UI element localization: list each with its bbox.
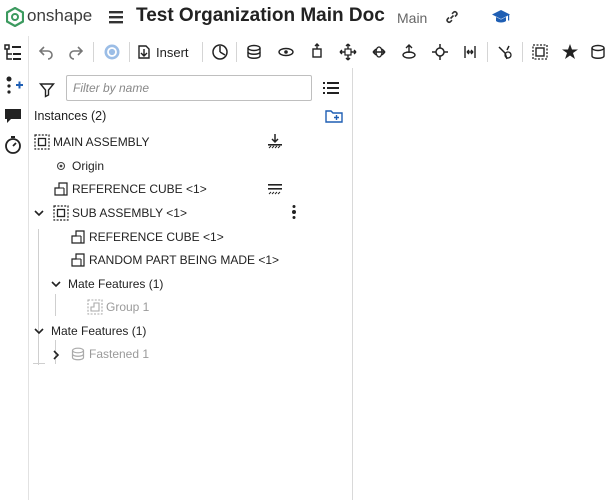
chevron-down-icon[interactable] (34, 326, 44, 336)
tree-item-random-part[interactable]: RANDOM PART BEING MADE <1> (70, 250, 279, 270)
insert-icon (138, 45, 150, 59)
top-bar: onshape Test Organization Main Doc Main (0, 0, 607, 36)
learning-center-icon[interactable] (491, 9, 511, 25)
tree-item-mate-features[interactable]: Mate Features (1) (51, 321, 146, 341)
refresh-icon (104, 44, 120, 60)
mate-connector-icon (212, 44, 228, 60)
tree-item-label: SUB ASSEMBLY <1> (72, 206, 187, 220)
cylindrical-mate-button[interactable] (368, 41, 390, 63)
fastened-mate-icon (247, 44, 261, 59)
workspace-name[interactable]: Main (397, 10, 427, 26)
fastened-mate-icon (71, 347, 85, 361)
tangent-mate-button[interactable] (494, 41, 516, 63)
undo-button[interactable] (35, 41, 57, 63)
planar-mate-button[interactable] (337, 41, 359, 63)
filter-icon[interactable] (39, 82, 55, 98)
parallel-mate-icon (464, 46, 476, 58)
left-rail (0, 36, 29, 500)
group-icon (87, 299, 103, 315)
redo-icon (69, 46, 84, 60)
tree-item-label: REFERENCE CUBE <1> (72, 182, 207, 196)
insert-instance-icon[interactable] (2, 74, 24, 96)
toolbar-divider (236, 42, 237, 62)
grounded-icon (268, 184, 282, 195)
chevron-down-icon[interactable] (51, 279, 61, 289)
instances-panel: Instances (2) MAIN ASSEMBLY Origin REFER… (29, 68, 353, 500)
link-icon[interactable] (444, 9, 460, 25)
toolbar-divider (129, 42, 130, 62)
chevron-right-icon[interactable] (51, 350, 61, 360)
toolbar-divider (202, 42, 203, 62)
slider-mate-icon (312, 43, 322, 58)
tree-item-label: RANDOM PART BEING MADE <1> (89, 253, 280, 267)
slider-mate-button[interactable] (306, 41, 328, 63)
toolbar-divider (487, 42, 488, 62)
group-button[interactable] (529, 41, 551, 63)
chevron-down-icon[interactable] (34, 208, 44, 218)
new-folder-icon[interactable] (325, 108, 343, 124)
redo-button[interactable] (65, 41, 87, 63)
ball-mate-button[interactable] (429, 41, 451, 63)
tree-item-group[interactable]: Group 1 (87, 297, 149, 317)
tree-connector (38, 338, 39, 365)
revolute-mate-button[interactable] (275, 41, 297, 63)
assembly-toolbar: Insert (29, 36, 607, 68)
more-options-icon[interactable] (286, 204, 302, 220)
part-instance-icon (71, 230, 85, 244)
ball-mate-icon (432, 44, 448, 60)
timer-icon[interactable] (2, 134, 24, 156)
group-icon (532, 44, 548, 60)
feature-list-icon[interactable] (2, 42, 24, 64)
tree-item-label: MAIN ASSEMBLY (53, 135, 150, 149)
mate-connector-button[interactable] (209, 41, 231, 63)
assembly-icon (53, 205, 69, 221)
comments-icon[interactable] (2, 104, 24, 126)
hamburger-menu-icon[interactable] (108, 9, 124, 25)
tree-connector (55, 294, 56, 316)
filter-input[interactable] (66, 75, 312, 101)
insert-button[interactable]: Insert (136, 40, 189, 64)
tree-item-label: Mate Features (1) (51, 324, 147, 338)
tangent-mate-icon (498, 45, 512, 60)
revolute-mate-icon (278, 47, 294, 57)
insert-label: Insert (156, 44, 189, 60)
toolbar-divider (93, 42, 94, 62)
tree-connector (33, 363, 45, 364)
toolbar-divider (522, 42, 523, 62)
pin-slot-mate-icon (402, 44, 416, 59)
document-title[interactable]: Test Organization Main Doc (136, 5, 385, 27)
replicate-button[interactable] (559, 41, 581, 63)
pattern-button[interactable] (587, 41, 607, 63)
planar-mate-icon (339, 43, 357, 61)
onshape-logo-icon[interactable] (6, 7, 24, 27)
tree-item-fastened[interactable]: Fastened 1 (70, 344, 149, 364)
tree-item-label: Fastened 1 (89, 347, 150, 361)
tree-item-label: REFERENCE CUBE <1> (89, 230, 224, 244)
instances-heading: Instances (2) (34, 109, 107, 123)
replicate-icon (562, 44, 578, 59)
tree-item-label: Origin (72, 159, 105, 173)
undo-icon (38, 46, 53, 60)
tree-item-reference-cube[interactable]: REFERENCE CUBE <1> (53, 179, 207, 199)
cylindrical-mate-icon (372, 46, 386, 58)
tree-item-sub-assembly[interactable]: SUB ASSEMBLY <1> (53, 203, 187, 223)
tree-item-sub-mate-features[interactable]: Mate Features (1) (68, 274, 163, 294)
fixed-instance-icon (268, 134, 282, 149)
pattern-icon (591, 44, 605, 59)
tree-item-main-assembly[interactable]: MAIN ASSEMBLY (34, 132, 149, 152)
list-view-icon[interactable] (323, 81, 339, 95)
origin-icon (56, 161, 66, 171)
fastened-mate-button[interactable] (243, 41, 265, 63)
tree-item-origin[interactable]: Origin (53, 156, 104, 176)
brand-name[interactable]: onshape (27, 6, 92, 26)
refresh-button[interactable] (101, 41, 123, 63)
pin-slot-mate-button[interactable] (398, 41, 420, 63)
part-instance-icon (54, 182, 68, 196)
parallel-mate-button[interactable] (459, 41, 481, 63)
tree-item-sub-reference-cube[interactable]: REFERENCE CUBE <1> (70, 227, 224, 247)
part-instance-icon (71, 253, 85, 267)
tree-item-label: Group 1 (106, 300, 150, 314)
assembly-icon (34, 134, 50, 150)
tree-item-label: Mate Features (1) (68, 277, 164, 291)
